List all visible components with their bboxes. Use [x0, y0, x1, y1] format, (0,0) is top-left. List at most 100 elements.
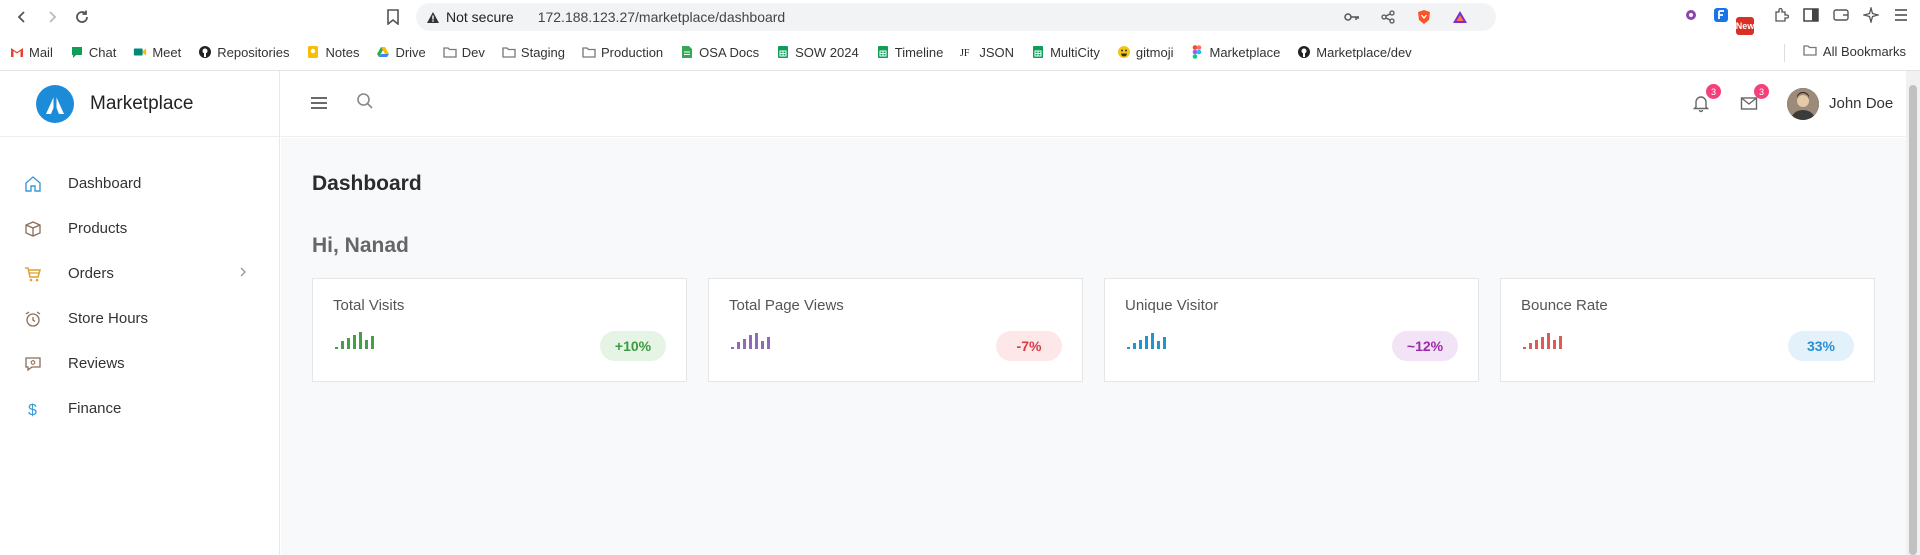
bookmark-repositories[interactable]: Repositories: [198, 45, 289, 60]
stat-card-total-visits: Total Visits +10%: [312, 278, 687, 382]
all-bookmarks-button[interactable]: All Bookmarks: [1803, 44, 1906, 59]
sparkline-bar: [1139, 340, 1142, 349]
bookmark-dev[interactable]: Dev: [443, 45, 485, 60]
sidebar-menu: Dashboard Products Orders Store Hours Review…: [0, 137, 279, 431]
alarm-clock-icon: [24, 310, 42, 328]
reload-icon: [76, 10, 88, 23]
bookmark-label: Meet: [152, 44, 182, 60]
bookmark-meet[interactable]: Meet: [133, 45, 181, 60]
keep-icon: [306, 45, 320, 59]
bookmark-marketplace[interactable]: Marketplace: [1190, 45, 1280, 60]
hamburger-menu-button[interactable]: [309, 93, 329, 113]
app-topbar: 3 3 John Doe: [281, 71, 1906, 137]
forward-button[interactable]: [40, 5, 64, 29]
bookmark-label: Production: [601, 44, 664, 60]
bookmarks-bar: Mail Chat Meet Repositories Notes Drive Dev Sta…: [0, 36, 1920, 68]
sparkline-bar: [1133, 343, 1136, 349]
brand[interactable]: Marketplace: [0, 71, 279, 137]
brand-logo-icon: [36, 84, 74, 123]
github-icon: [198, 45, 212, 59]
bookmark-production[interactable]: Production: [582, 45, 663, 60]
sidebar-item-finance[interactable]: $ Finance: [0, 386, 279, 431]
sparkline-bar: [1547, 333, 1550, 349]
sidebar-item-products[interactable]: Products: [0, 206, 279, 251]
sparkline-bar: [335, 347, 338, 349]
bookmark-gitmoji[interactable]: gitmoji: [1117, 45, 1173, 60]
bookmark-multicity[interactable]: MultiCity: [1031, 45, 1100, 60]
user-avatar[interactable]: [1787, 88, 1819, 120]
bookmark-page-button[interactable]: [383, 7, 403, 27]
user-name[interactable]: John Doe: [1829, 95, 1893, 112]
bookmark-label: Marketplace: [1209, 44, 1281, 60]
bookmark-notes[interactable]: Notes: [306, 45, 359, 60]
folder-icon: [1803, 44, 1817, 59]
sidebar-item-reviews[interactable]: Reviews: [0, 341, 279, 386]
bookmark-label: Marketplace/dev: [1316, 44, 1412, 60]
bookmark-label: Dev: [461, 44, 485, 60]
bookmark-staging[interactable]: Staging: [502, 45, 565, 60]
messages-button[interactable]: 3: [1739, 84, 1769, 113]
extension-new-icon[interactable]: New: [1736, 6, 1760, 35]
sparkline-icon: [1127, 333, 1166, 349]
menu-icon[interactable]: [1892, 6, 1910, 24]
hamburger-icon: [311, 97, 327, 109]
bookmark-marketplace-dev[interactable]: Marketplace/dev: [1297, 44, 1412, 60]
page-title: Dashboard: [312, 172, 422, 195]
sparkline-bar: [1163, 337, 1166, 349]
bookmark-label: Staging: [520, 44, 566, 60]
sidebar-item-label: Dashboard: [68, 175, 142, 192]
scrollbar-thumb[interactable]: [1909, 85, 1917, 555]
sparkline-bar: [365, 340, 368, 349]
leo-ai-icon[interactable]: [1862, 6, 1880, 24]
user-photo-icon: [1787, 88, 1819, 120]
password-key-icon[interactable]: [1344, 9, 1360, 25]
security-indicator[interactable]: Not secure: [426, 9, 514, 25]
brave-rewards-icon[interactable]: [1452, 9, 1468, 25]
address-bar[interactable]: Not secure 172.188.123.27/marketplace/da…: [416, 3, 1496, 31]
sparkline-bar: [1127, 347, 1130, 349]
sidebar-toggle-icon[interactable]: [1802, 6, 1820, 24]
extension-gear-icon[interactable]: [1682, 6, 1700, 24]
stat-card-title: Total Page Views: [729, 297, 844, 314]
figma-icon: [1190, 45, 1204, 59]
share-icon[interactable]: [1380, 9, 1396, 25]
extension-f-icon[interactable]: [1712, 6, 1730, 24]
extensions-area: New: [1682, 6, 1910, 35]
brave-shield-icon[interactable]: [1416, 9, 1432, 25]
url-text[interactable]: 172.188.123.27/marketplace/dashboard: [538, 9, 786, 25]
browser-toolbar: Not secure 172.188.123.27/marketplace/da…: [0, 0, 1920, 35]
drive-icon: [376, 45, 390, 59]
cart-icon: [24, 265, 42, 283]
search-button[interactable]: [355, 91, 375, 111]
bookmark-json[interactable]: JF JSON: [960, 45, 1014, 60]
sidebar-item-orders[interactable]: Orders: [0, 251, 279, 296]
back-button[interactable]: [10, 5, 34, 29]
box-icon: [24, 220, 42, 238]
wallet-icon[interactable]: [1832, 6, 1850, 24]
stat-change-badge: ~12%: [1392, 331, 1458, 361]
bookmark-label: OSA Docs: [699, 44, 760, 60]
sidebar-item-dashboard[interactable]: Dashboard: [0, 161, 279, 206]
stat-card-title: Total Visits: [333, 297, 405, 314]
sheets-icon: [1031, 45, 1045, 59]
sparkline-bar: [767, 337, 770, 349]
notifications-button[interactable]: 3: [1691, 84, 1721, 113]
extensions-puzzle-icon[interactable]: [1772, 6, 1790, 24]
bookmark-mail[interactable]: Mail: [10, 45, 53, 60]
bookmark-osa-docs[interactable]: OSA Docs: [680, 45, 759, 60]
messages-count-badge: 3: [1754, 84, 1769, 99]
bookmark-sow-2024[interactable]: SOW 2024: [776, 45, 859, 60]
bookmark-label: Notes: [325, 44, 360, 60]
sheets-icon: [776, 45, 790, 59]
bookmark-timeline[interactable]: Timeline: [876, 45, 943, 60]
folder-icon: [582, 45, 596, 59]
sparkline-bar: [1535, 340, 1538, 349]
reload-button[interactable]: [70, 5, 94, 29]
bookmark-chat[interactable]: Chat: [70, 45, 116, 60]
sparkline-icon: [731, 333, 770, 349]
bookmark-drive[interactable]: Drive: [376, 45, 426, 60]
sidebar-item-store-hours[interactable]: Store Hours: [0, 296, 279, 341]
sparkline-bar: [1541, 337, 1544, 349]
forward-arrow-icon: [49, 11, 57, 23]
page-scrollbar[interactable]: [1906, 71, 1920, 555]
